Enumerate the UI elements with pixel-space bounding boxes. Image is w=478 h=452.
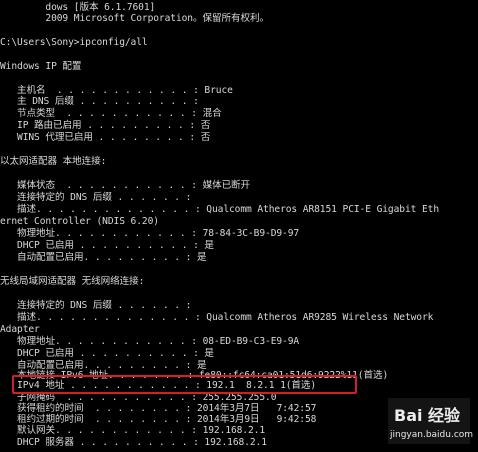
watermark-url: jingyan.baidu.com xyxy=(390,430,474,440)
console-line: 无线局域网适配器 无线网络连接: xyxy=(0,276,145,287)
watermark-logo-text: Bai 经验 xyxy=(394,406,461,425)
console-line: 主机名 . . . . . . . . . . . . : Bruce xyxy=(0,85,233,96)
console-line: 连接特定的 DNS 后缀 . . . . . . : xyxy=(0,192,192,203)
console-line: 物理地址. . . . . . . . . . . . : 08-ED-B9-C… xyxy=(0,336,300,347)
console-line: Windows IP 配置 xyxy=(0,61,82,72)
console-line: IP 路由已启用 . . . . . . . . . : 否 xyxy=(0,120,211,131)
console-line: 自动配置已启用. . . . . . . . . : 是 xyxy=(0,252,207,263)
console-line: DHCP 已启用 . . . . . . . . . . : 是 xyxy=(0,240,214,251)
console-line: 默认网关. . . . . . . . . . . . : 192.168.2.… xyxy=(0,425,266,436)
console-line: 主 DNS 后缀 . . . . . . . . . . : xyxy=(0,96,199,107)
console-line: 描述. . . . . . . . . . . . . . : Qualcomm… xyxy=(0,312,434,323)
console-line: 获得租约的时间 . . . . . . . . : 2014年3月7日 7:42… xyxy=(0,403,317,414)
console-line: 以太网适配器 本地连接: xyxy=(0,156,107,167)
ipv4-highlight-box xyxy=(12,375,357,394)
console-line: Adapter xyxy=(0,324,40,335)
console-line: DHCP 已启用 . . . . . . . . . . : 是 xyxy=(0,348,214,359)
console-line: ernet Controller (NDIS 6.20) xyxy=(0,216,159,227)
console-line: 2009 Microsoft Corporation。保留所有权利。 xyxy=(0,13,269,24)
console-line: 租约过期的时间 . . . . . . . . : 2014年3月9日 9:42… xyxy=(0,414,317,425)
console-line: dows [版本 6.1.7601] xyxy=(0,2,156,13)
console-line: 物理地址. . . . . . . . . . . . : 78-84-3C-B… xyxy=(0,228,300,239)
console-line: C:\Users\Sony>ipconfig/all xyxy=(0,37,148,48)
watermark-logo: Bai 经验 xyxy=(394,402,460,426)
console-line: DHCP 服务器 . . . . . . . . . . : 192.168.2… xyxy=(0,437,267,448)
console-line: 描述. . . . . . . . . . . . . . : Qualcomm… xyxy=(0,204,440,215)
console-line: WINS 代理已启用 . . . . . . . . : 否 xyxy=(0,132,211,143)
console-line: 连接特定的 DNS 后缀 . . . . . . : xyxy=(0,300,192,311)
console-line: 媒体状态 . . . . . . . . . . . : 媒体已断开 xyxy=(0,180,251,191)
console-window[interactable]: dows [版本 6.1.7601] 2009 Microsoft Corpor… xyxy=(0,0,478,452)
baidu-jingyan-watermark: Bai 经验 jingyan.baidu.com xyxy=(388,398,474,444)
console-line: 节点类型 . . . . . . . . . . . : 混合 xyxy=(0,108,222,119)
